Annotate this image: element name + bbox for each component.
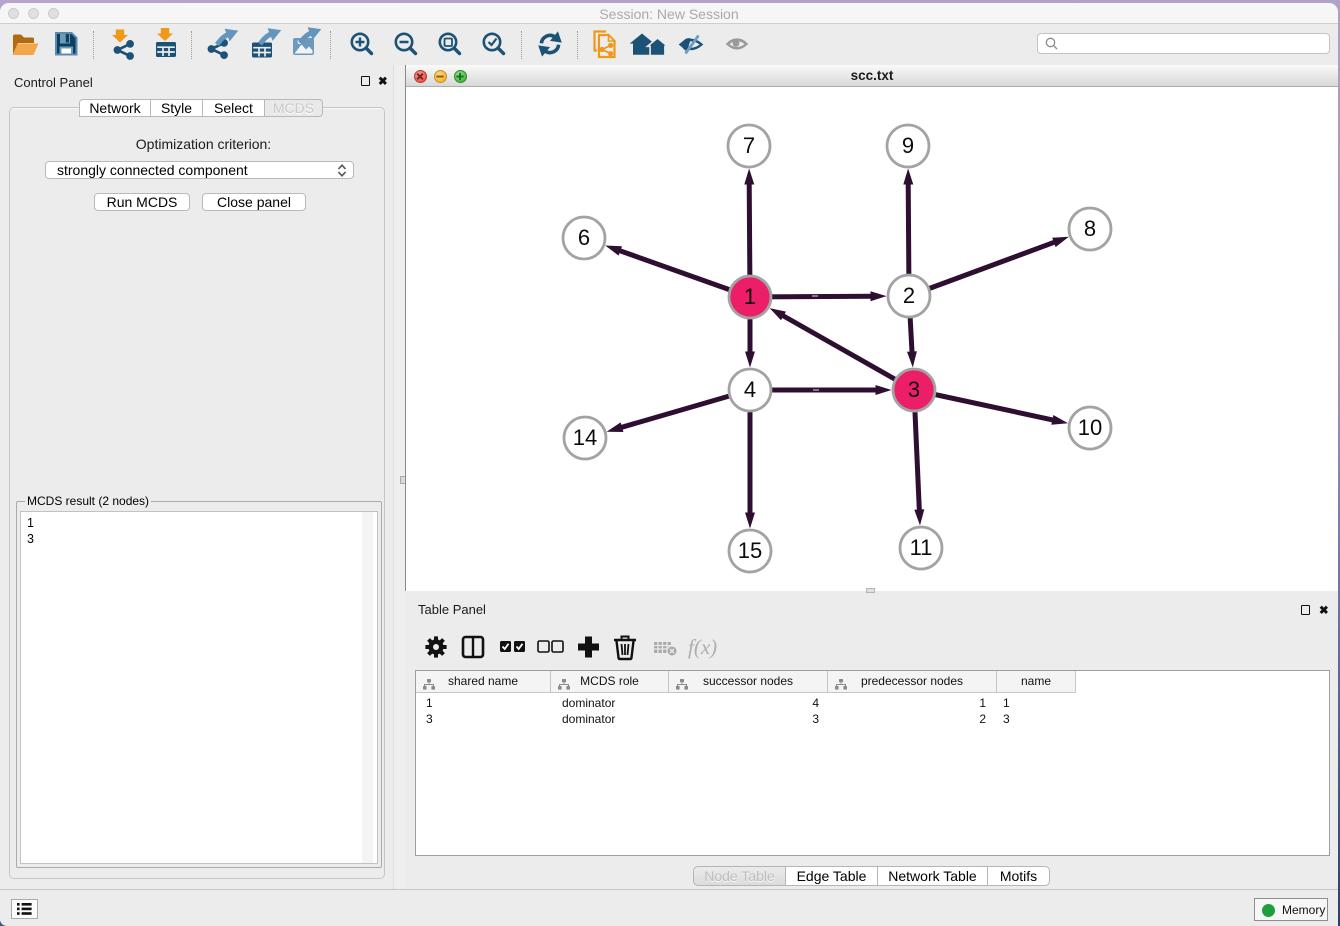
svg-text:4: 4 bbox=[744, 377, 756, 402]
svg-text:9: 9 bbox=[902, 133, 914, 158]
svg-text:10: 10 bbox=[1078, 415, 1102, 440]
svg-text:1: 1 bbox=[744, 284, 756, 309]
svg-text:2: 2 bbox=[903, 283, 915, 308]
svg-text:14: 14 bbox=[573, 425, 597, 450]
svg-text:3: 3 bbox=[908, 377, 920, 402]
svg-text:8: 8 bbox=[1084, 216, 1096, 241]
svg-text:15: 15 bbox=[738, 538, 762, 563]
svg-text:f(x): f(x) bbox=[688, 635, 717, 659]
svg-text:7: 7 bbox=[743, 133, 755, 158]
svg-text:11: 11 bbox=[910, 535, 933, 560]
svg-text:6: 6 bbox=[578, 225, 590, 250]
